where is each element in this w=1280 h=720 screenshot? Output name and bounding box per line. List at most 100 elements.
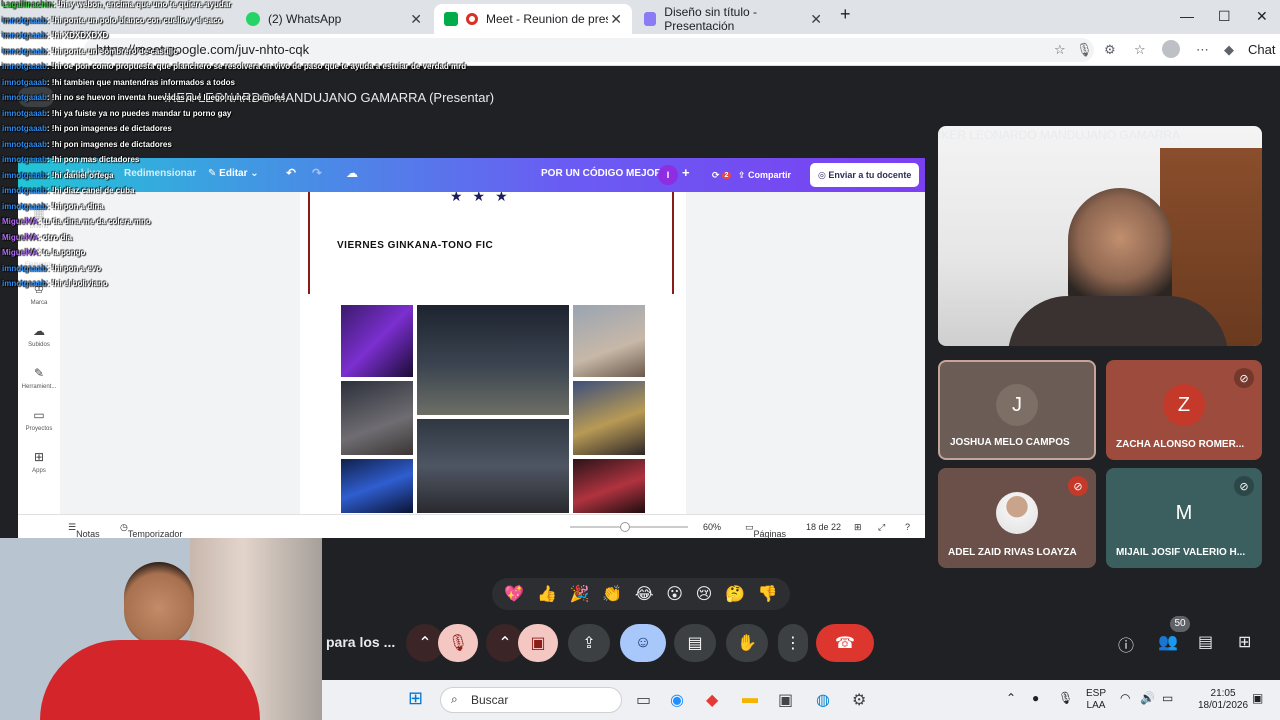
photo-3[interactable]: [572, 304, 646, 378]
grid-view-icon[interactable]: ⊞: [854, 522, 862, 533]
fullscreen-icon[interactable]: ⤢: [878, 522, 885, 533]
file-explorer-icon[interactable]: ▬: [742, 690, 758, 708]
redo-icon[interactable]: ↷: [312, 166, 322, 180]
info-icon[interactable]: ⓘ: [1118, 632, 1134, 656]
reaction-emoji-button[interactable]: 💖: [504, 584, 524, 604]
add-collaborator-icon[interactable]: +: [682, 165, 690, 180]
slide-heading[interactable]: VIERNES GINKANA-TONO FIC: [337, 240, 493, 251]
more-icon[interactable]: ⋯: [1196, 42, 1209, 58]
close-icon[interactable]: ✕: [410, 11, 422, 28]
reaction-emoji-button[interactable]: 😂: [635, 584, 654, 604]
shared-screen[interactable]: Archivo Redimensionar ✎ Editar ⌄ ↶ ↷ ☁ P…: [18, 158, 925, 538]
mic-toggle-button[interactable]: 🎙: [438, 624, 478, 662]
clock[interactable]: 21:05 18/01/2026: [1198, 688, 1248, 712]
task-view-icon[interactable]: ▭: [636, 690, 651, 710]
participant-tile-adel[interactable]: ⊘ ADEL ZAID RIVAS LOAYZA: [938, 468, 1096, 568]
chat-icon[interactable]: ▤: [1198, 632, 1213, 652]
tray-app-icon[interactable]: ●: [1032, 692, 1039, 704]
tray-chevron-icon[interactable]: ⌃: [1006, 692, 1016, 704]
share-button[interactable]: ⇪ Compartir: [730, 163, 799, 187]
volume-icon[interactable]: 🔊: [1140, 692, 1155, 704]
reaction-emoji-button[interactable]: 😢: [696, 584, 713, 604]
store-icon[interactable]: ▣: [778, 690, 793, 710]
copilot-icon[interactable]: ◆: [1224, 42, 1234, 58]
sidebar-item-projects[interactable]: ▭ Proyectos: [18, 408, 60, 432]
more-options-button[interactable]: ⋮: [778, 624, 808, 662]
present-screen-button[interactable]: ⇪: [568, 624, 610, 662]
emoji-button[interactable]: ☺: [620, 624, 666, 662]
captions-button[interactable]: ▤: [674, 624, 716, 662]
sidebar-item-uploads[interactable]: ☁ Subidos: [18, 324, 60, 348]
sidebar-item-apps[interactable]: ⊞ Apps: [18, 450, 60, 474]
page-counter[interactable]: 18 de 22: [806, 522, 841, 532]
notifications-icon[interactable]: ▣: [1252, 692, 1263, 704]
photo-2[interactable]: [416, 304, 570, 416]
raise-hand-button[interactable]: ✋: [726, 624, 768, 662]
minimize-icon[interactable]: —: [1180, 8, 1194, 24]
camera-toggle-button[interactable]: ▣: [518, 624, 558, 662]
reaction-emoji-button[interactable]: 😮: [666, 584, 683, 604]
zoom-level[interactable]: 60%: [703, 522, 721, 532]
leave-call-button[interactable]: ☎: [816, 624, 874, 662]
language-indicator[interactable]: ESP LAA: [1086, 688, 1106, 712]
extension-icon[interactable]: ⚙: [1104, 42, 1116, 58]
present-icon: ⇪: [582, 635, 596, 652]
new-tab-icon[interactable]: +: [840, 4, 851, 25]
tab-meet[interactable]: Meet - Reunion de presentaci ✕: [434, 4, 632, 34]
zoom-slider-handle[interactable]: [620, 522, 630, 532]
close-window-icon[interactable]: ✕: [1256, 8, 1268, 25]
edge-icon[interactable]: ◍: [816, 690, 830, 710]
close-icon[interactable]: ✕: [610, 11, 622, 28]
reaction-emoji-button[interactable]: 👏: [602, 584, 622, 604]
profile-icon[interactable]: [1162, 40, 1180, 58]
collaborator-avatar[interactable]: I: [658, 165, 678, 185]
settings-icon[interactable]: ⚙: [852, 690, 866, 710]
notes-button[interactable]: ☰ Notas: [68, 522, 100, 538]
resize-menu[interactable]: Redimensionar: [124, 168, 196, 179]
sidebar-item-tools[interactable]: ✎ Herramient...: [18, 366, 60, 390]
reaction-emoji-button[interactable]: 🎉: [570, 584, 590, 604]
activities-icon[interactable]: ⊞: [1238, 632, 1251, 652]
mic-icon[interactable]: 🎙: [1076, 42, 1093, 58]
photo-8[interactable]: [572, 458, 646, 514]
undo-icon[interactable]: ↶: [286, 166, 296, 180]
project-name[interactable]: POR UN CÓDIGO MEJOR: [541, 168, 662, 179]
participant-tile-mijail[interactable]: M ⊘ MIJAIL JOSIF VALERIO H...: [1106, 468, 1262, 568]
photo-1[interactable]: [340, 304, 414, 378]
wifi-icon[interactable]: ◠: [1120, 692, 1130, 704]
reaction-emoji-button[interactable]: 👎: [758, 584, 778, 604]
timer-button[interactable]: ◷ Temporizador: [120, 522, 182, 538]
participant-tile-joshua[interactable]: J JOSHUA MELO CAMPOS: [938, 360, 1096, 460]
cloud-icon[interactable]: ☁: [346, 166, 358, 180]
sidebar-label: Proyectos: [25, 426, 53, 432]
apps-icon: ⊞: [33, 450, 45, 464]
photo-7[interactable]: [340, 458, 414, 514]
edit-menu[interactable]: ✎ Editar ⌄: [208, 168, 259, 179]
photo-5[interactable]: [572, 380, 646, 456]
app-red-icon[interactable]: ◆: [706, 690, 718, 710]
pages-button[interactable]: ▭ Páginas: [745, 522, 786, 538]
browser-icon[interactable]: ◉: [670, 690, 684, 710]
windows-start-icon[interactable]: ⊞: [408, 688, 423, 709]
star-icon[interactable]: ☆: [1054, 42, 1066, 58]
battery-icon[interactable]: ▭: [1162, 692, 1173, 704]
tab-canva[interactable]: Diseño sin título - Presentación ✕: [634, 4, 832, 34]
photo-6[interactable]: [416, 418, 570, 514]
tray-mic-icon[interactable]: 🎙: [1058, 692, 1073, 704]
send-teacher-button[interactable]: ◎ Enviar a tu docente: [810, 163, 920, 187]
main-speaker-tile[interactable]: IKER LEONARDO MANDUJANO GAMARRA: [938, 126, 1262, 346]
reaction-emoji-button[interactable]: 🤔: [725, 584, 745, 604]
tab-whatsapp[interactable]: (2) WhatsApp ✕: [236, 4, 432, 34]
taskbar-search-input[interactable]: ⌕ Buscar: [440, 687, 622, 713]
chat-label[interactable]: Chat: [1248, 42, 1275, 57]
people-icon[interactable]: 👥: [1158, 632, 1178, 652]
favorites-icon[interactable]: ☆: [1134, 42, 1146, 58]
reaction-emoji-button[interactable]: 👍: [537, 584, 557, 604]
close-icon[interactable]: ✕: [810, 11, 822, 28]
photo-4[interactable]: [340, 380, 414, 456]
slide-page[interactable]: ★★★ VIERNES GINKANA-TONO FIC: [300, 192, 686, 514]
help-icon[interactable]: ?: [905, 522, 910, 532]
participant-tile-zacha[interactable]: Z ⊘ ZACHA ALONSO ROMER...: [1106, 360, 1262, 460]
url-input[interactable]: https://meet.google.com/juv-nhto-cqk: [84, 38, 1094, 62]
maximize-icon[interactable]: ☐: [1218, 8, 1231, 25]
